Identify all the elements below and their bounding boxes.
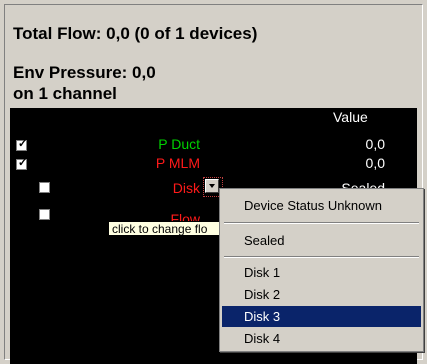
row-name: P Duct xyxy=(158,136,200,152)
menu-item-disk-2[interactable]: Disk 2 xyxy=(222,284,421,305)
env-pressure-label: Env Pressure: 0,0 xyxy=(13,63,156,82)
total-flow-label: Total Flow: 0,0 (0 of 1 devices) xyxy=(13,24,258,43)
checkbox-p-duct[interactable]: ✓ xyxy=(16,138,27,151)
menu-item-device-status-unknown[interactable]: Device Status Unknown xyxy=(222,195,421,216)
menu-item-disk-3[interactable]: Disk 3 xyxy=(222,306,421,327)
chevron-down-icon xyxy=(209,184,215,188)
value-column-header: Value xyxy=(333,109,368,125)
status-context-menu: Device Status Unknown Sealed Disk 1 Disk… xyxy=(219,188,424,352)
flow-panel: Total Flow: 0,0 (0 of 1 devices) Env Pre… xyxy=(0,0,427,364)
channel-count-label: on 1 channel xyxy=(13,84,117,103)
checkbox-flow[interactable] xyxy=(39,209,50,220)
menu-item-sealed[interactable]: Sealed xyxy=(222,230,421,251)
menu-separator xyxy=(224,256,419,258)
menu-item-disk-1[interactable]: Disk 1 xyxy=(222,262,421,283)
menu-separator xyxy=(224,222,419,224)
menu-item-disk-4[interactable]: Disk 4 xyxy=(222,328,421,349)
checkbox-disk[interactable] xyxy=(39,182,50,193)
checkbox-p-mlm[interactable]: ✓ xyxy=(16,157,27,170)
grid-row-p-duct: ✓ P Duct 0,0 xyxy=(10,136,417,154)
row-name: P MLM xyxy=(155,155,200,171)
row-value: 0,0 xyxy=(365,136,385,152)
row-value: 0,0 xyxy=(365,155,385,171)
tooltip: click to change flo xyxy=(108,221,220,236)
grid-row-p-mlm: ✓ P MLM 0,0 xyxy=(10,155,417,173)
row-name: Disk xyxy=(172,180,200,196)
disk-dropdown-button[interactable] xyxy=(205,179,219,193)
